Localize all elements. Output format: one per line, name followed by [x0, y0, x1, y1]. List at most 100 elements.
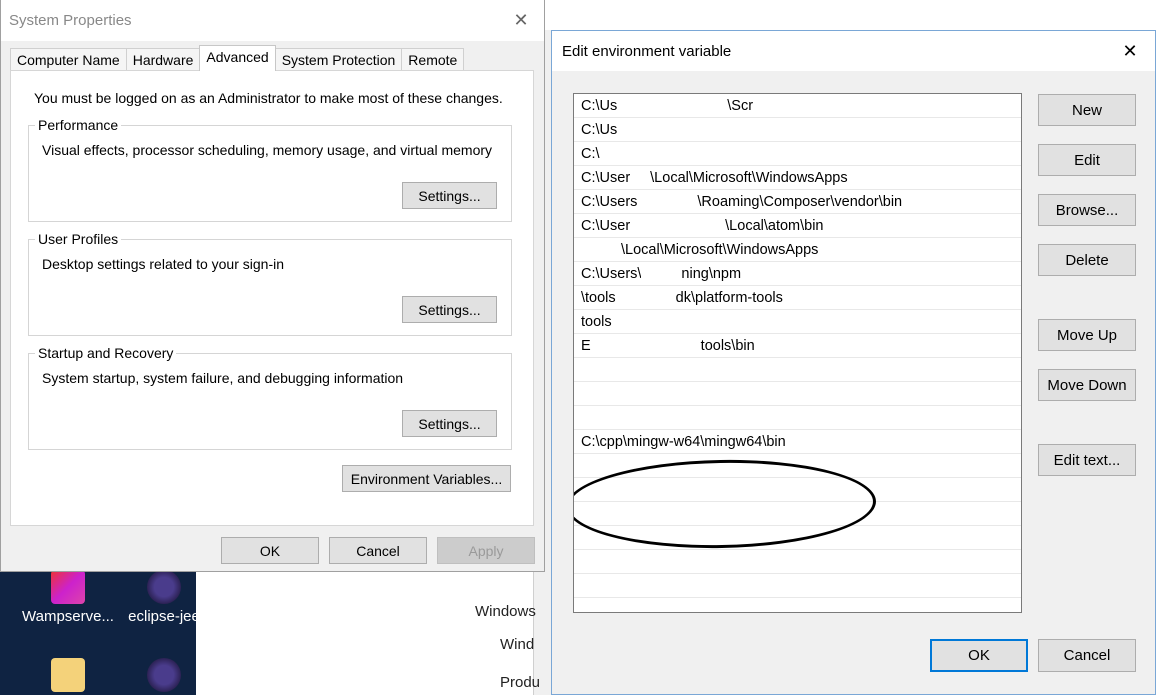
system-properties-window: System Properties ✕ Computer Name Hardwa… — [0, 0, 545, 572]
group-title: Startup and Recovery — [35, 345, 177, 361]
path-list-item[interactable] — [574, 358, 1021, 382]
title-bar[interactable]: System Properties ✕ — [1, 0, 544, 41]
redacted-region — [617, 96, 728, 115]
redacted-region — [637, 192, 698, 211]
close-icon[interactable]: ✕ — [1115, 36, 1145, 66]
path-list-item[interactable]: C:\cpp\mingw-w64\mingw64\bin — [574, 430, 1021, 454]
path-list-item[interactable]: \tools dk\platform-tools — [574, 286, 1021, 310]
ok-button[interactable]: OK — [221, 537, 319, 564]
eclipse-label: eclipse-jee — [128, 608, 200, 625]
path-list-item[interactable]: Etools\bin — [574, 334, 1021, 358]
wampserver-icon — [51, 570, 85, 604]
environment-variables-button[interactable]: Environment Variables... — [342, 465, 511, 492]
redacted-region — [630, 168, 651, 187]
path-entry-text: tools — [581, 313, 612, 330]
folder-icon — [51, 658, 85, 692]
eclipse-icon — [147, 658, 181, 692]
path-list-item[interactable] — [574, 550, 1021, 574]
path-list-item[interactable]: C:\User \Local\atom\bin — [574, 214, 1021, 238]
apply-button[interactable]: Apply — [437, 537, 535, 564]
performance-settings-button[interactable]: Settings... — [402, 182, 497, 209]
path-entry-text: C:\ — [581, 145, 600, 162]
path-entry-text: C:\Us — [581, 97, 618, 114]
path-list: C:\Us \Scr C:\Us C:\ C:\User \Local\Microsoft… — [573, 93, 1022, 613]
tab-remote[interactable]: Remote — [401, 48, 465, 71]
user-profiles-group: User Profiles Desktop settings related t… — [28, 231, 512, 336]
advanced-panel: You must be logged on as an Administrato… — [10, 70, 534, 526]
user-profiles-settings-button[interactable]: Settings... — [402, 296, 497, 323]
folder-desktop-icon[interactable] — [20, 658, 116, 695]
window-title: System Properties — [9, 12, 132, 29]
group-title: Performance — [35, 117, 122, 133]
eclipse-icon — [147, 570, 181, 604]
redacted-region — [581, 240, 621, 259]
edit-environment-variable-dialog: Edit environment variable ✕ C:\Us \Scr C:\… — [551, 30, 1156, 695]
path-entry-text: C:\User — [581, 217, 631, 234]
path-entry-text: C:\cpp\mingw-w64\mingw64\bin — [581, 433, 786, 450]
new-button[interactable]: New — [1038, 94, 1136, 126]
path-list-item[interactable] — [574, 382, 1021, 406]
path-list-item[interactable] — [574, 478, 1021, 502]
group-title: User Profiles — [35, 231, 122, 247]
path-list-item[interactable] — [574, 574, 1021, 598]
tab-bar: Computer Name Hardware Advanced System P… — [10, 45, 465, 71]
edit-button[interactable]: Edit — [1038, 144, 1136, 176]
tab-hardware[interactable]: Hardware — [125, 48, 201, 71]
path-entry-text: E — [581, 337, 591, 354]
path-list-item[interactable]: C:\Users \Roaming\Composer\vendor\bin — [574, 190, 1021, 214]
cancel-button[interactable]: Cancel — [1038, 639, 1136, 672]
startup-settings-button[interactable]: Settings... — [402, 410, 497, 437]
redacted-region — [615, 288, 676, 307]
background-text: Windows — [475, 603, 536, 620]
eclipse-desktop-icon[interactable]: eclipse-jee — [116, 570, 212, 625]
cancel-button[interactable]: Cancel — [329, 537, 427, 564]
path-entry-text: \Local\Microsoft\WindowsApps — [650, 169, 848, 186]
path-entry-text: \Scr — [727, 97, 754, 114]
edit-text-button[interactable]: Edit text... — [1038, 444, 1136, 476]
path-entry-text: C:\Users\ — [581, 265, 642, 282]
path-list-item[interactable] — [574, 526, 1021, 550]
startup-recovery-group: Startup and Recovery System startup, sys… — [28, 345, 512, 450]
admin-note: You must be logged on as an Administrato… — [34, 90, 503, 106]
path-list-item[interactable]: tools — [574, 310, 1021, 334]
path-list-item[interactable]: C:\Us — [574, 118, 1021, 142]
tab-computer-name[interactable]: Computer Name — [10, 48, 127, 71]
path-list-item[interactable]: \Local\Microsoft\WindowsApps — [574, 238, 1021, 262]
path-list-item[interactable]: C:\Us \Scr — [574, 94, 1021, 118]
background-text: Wind — [500, 636, 535, 653]
path-entry-text: \Local\atom\bin — [725, 217, 824, 234]
group-description: System startup, system failure, and debu… — [42, 370, 404, 386]
tab-advanced[interactable]: Advanced — [199, 45, 276, 71]
path-list-item[interactable]: C:\User \Local\Microsoft\WindowsApps — [574, 166, 1021, 190]
redacted-region — [630, 216, 726, 235]
path-list-item[interactable]: C:\ — [574, 142, 1021, 166]
path-list-item[interactable] — [574, 454, 1021, 478]
eclipse2-desktop-icon[interactable] — [116, 658, 212, 695]
performance-group: Performance Visual effects, processor sc… — [28, 117, 512, 222]
group-description: Visual effects, processor scheduling, me… — [42, 142, 493, 158]
path-entry-text: C:\Users — [581, 193, 638, 210]
path-entry-text: \tools — [581, 289, 616, 306]
ok-button[interactable]: OK — [930, 639, 1028, 672]
path-list-item[interactable]: C:\Users\ ning\npm — [574, 262, 1021, 286]
close-icon[interactable]: ✕ — [506, 6, 536, 36]
desktop: Wampserve... eclipse-jee — [0, 570, 200, 695]
wampserver-label: Wampserve... — [22, 608, 114, 625]
move-down-button[interactable]: Move Down — [1038, 369, 1136, 401]
path-entry-text: dk\platform-tools — [675, 289, 783, 306]
delete-button[interactable]: Delete — [1038, 244, 1136, 276]
path-entry-text: \Local\Microsoft\WindowsApps — [621, 241, 819, 258]
tab-system-protection[interactable]: System Protection — [274, 48, 403, 71]
path-list-item[interactable] — [574, 406, 1021, 430]
path-entry-text: C:\User — [581, 169, 631, 186]
title-bar[interactable]: Edit environment variable ✕ — [552, 31, 1155, 71]
move-up-button[interactable]: Move Up — [1038, 319, 1136, 351]
browse-button[interactable]: Browse... — [1038, 194, 1136, 226]
background-text: Produ — [500, 674, 541, 691]
path-entry-text: tools\bin — [700, 337, 755, 354]
path-list-item[interactable] — [574, 502, 1021, 526]
dialog-title: Edit environment variable — [562, 42, 732, 60]
path-entry-text: C:\Us — [581, 121, 618, 138]
path-entry-text: \Roaming\Composer\vendor\bin — [697, 193, 903, 210]
wampserver-desktop-icon[interactable]: Wampserve... — [20, 570, 116, 625]
